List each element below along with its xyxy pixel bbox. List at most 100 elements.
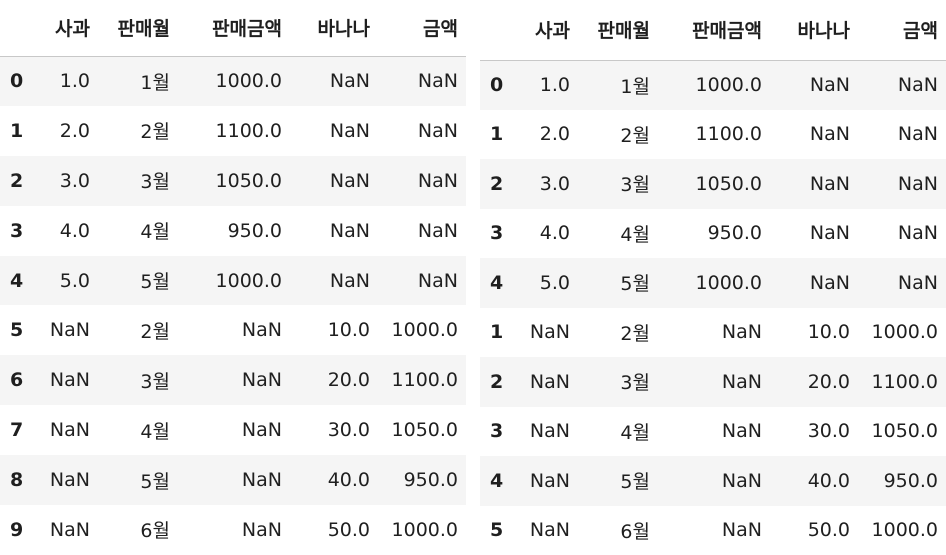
table-cell: 1050.0: [215, 169, 282, 192]
table-cell: 1.0: [539, 74, 570, 96]
table-cell: 5월: [620, 273, 650, 296]
dataframe-header: 사과 판매월 판매금액 바나나 금액: [480, 0, 946, 61]
table-cell: NaN: [49, 518, 90, 541]
row-index: 3: [490, 420, 504, 443]
table-cell: NaN: [897, 123, 938, 146]
table-row: 8 NaN 5월 NaN 40.0 950.0: [0, 455, 466, 506]
table-cell: 5월: [140, 271, 170, 293]
table-row: 7 NaN 4월 NaN 30.0 1050.0: [0, 405, 466, 456]
table-cell: 2월: [620, 124, 650, 147]
table-cell: NaN: [529, 370, 570, 393]
table-cell: 6월: [620, 520, 650, 543]
table-cell: NaN: [241, 469, 282, 492]
table-cell: NaN: [809, 74, 850, 96]
table-row: 9 NaN 6월 NaN 50.0 1000.0: [0, 505, 466, 555]
table-cell: 5월: [620, 471, 650, 494]
table-cell: 950.0: [707, 222, 762, 245]
table-cell: NaN: [329, 269, 370, 292]
table-cell: NaN: [809, 123, 850, 146]
table-cell: 30.0: [327, 419, 370, 442]
table-row: 4 5.0 5월 1000.0 NaN NaN: [480, 258, 946, 308]
table-row: 1 2.0 2월 1100.0 NaN NaN: [0, 105, 466, 156]
column-header: 판매금액: [658, 0, 770, 61]
table-cell: NaN: [49, 469, 90, 492]
table-cell: 5.0: [59, 269, 90, 292]
table-cell: NaN: [241, 319, 282, 342]
table-cell: 1월: [620, 75, 650, 98]
table-cell: 20.0: [327, 369, 370, 392]
table-cell: 4월: [620, 421, 650, 444]
table-cell: NaN: [529, 469, 570, 492]
table-cell: NaN: [897, 271, 938, 294]
table-cell: 1000.0: [391, 319, 458, 342]
row-index: 5: [490, 519, 504, 542]
row-index: 7: [10, 419, 24, 442]
table-row: 2 NaN 3월 NaN 20.0 1100.0: [480, 357, 946, 407]
table-cell: NaN: [897, 74, 938, 96]
table-row: 0 1.0 1월 1000.0 NaN NaN: [480, 60, 946, 110]
table-row: 5 NaN 2월 NaN 10.0 1000.0: [0, 305, 466, 356]
table-cell: 1050.0: [391, 419, 458, 442]
table-cell: 1000.0: [871, 519, 938, 542]
column-header: 금액: [378, 0, 466, 57]
table-cell: NaN: [529, 519, 570, 542]
table-cell: NaN: [241, 369, 282, 392]
table-cell: 950.0: [227, 219, 282, 242]
table-cell: NaN: [417, 70, 458, 93]
table-cell: 4월: [140, 221, 170, 244]
table-cell: 1000.0: [391, 518, 458, 541]
index-header: [0, 0, 34, 57]
table-cell: NaN: [529, 321, 570, 344]
table-cell: 50.0: [327, 518, 370, 541]
table-cell: 1100.0: [215, 119, 282, 142]
table-cell: 1000.0: [695, 74, 762, 96]
table-cell: 2월: [620, 322, 650, 345]
table-cell: NaN: [417, 119, 458, 142]
header-row: 사과 판매월 판매금액 바나나 금액: [480, 0, 946, 61]
table-cell: NaN: [721, 321, 762, 344]
table-cell: 2월: [140, 320, 170, 343]
row-index: 5: [10, 319, 24, 342]
table-cell: NaN: [417, 269, 458, 292]
column-header: 금액: [858, 0, 946, 61]
table-cell: NaN: [329, 70, 370, 93]
table-cell: 50.0: [807, 519, 850, 542]
table-cell: 1000.0: [871, 321, 938, 344]
table-cell: NaN: [329, 219, 370, 242]
table-row: 4 NaN 5월 NaN 40.0 950.0: [480, 456, 946, 506]
table-cell: NaN: [417, 219, 458, 242]
table-cell: NaN: [529, 420, 570, 443]
column-header: 바나나: [290, 0, 378, 57]
row-index: 4: [490, 271, 504, 294]
table-row: 6 NaN 3월 NaN 20.0 1100.0: [0, 355, 466, 406]
row-index: 3: [10, 219, 24, 242]
table-cell: NaN: [809, 271, 850, 294]
dataframe-body: 0 1.0 1월 1000.0 NaN NaN 1 2.0 2월 1100.0 NaN NaN 2 3.0…: [480, 60, 946, 555]
table-cell: 20.0: [807, 370, 850, 393]
table-cell: 3월: [620, 174, 650, 197]
row-index: 1: [10, 119, 24, 142]
table-cell: 1100.0: [391, 369, 458, 392]
table-cell: 3.0: [59, 169, 90, 192]
row-index: 4: [490, 469, 504, 492]
table-cell: 3월: [140, 370, 170, 393]
dataframe-right: 사과 판매월 판매금액 바나나 금액 0 1.0 1월 1000.0 NaN NaN 1 2.0 2월 1…: [480, 0, 946, 555]
table-cell: 3월: [140, 171, 170, 194]
table-cell: 30.0: [807, 420, 850, 443]
table-row: 2 3.0 3월 1050.0 NaN NaN: [0, 155, 466, 206]
column-header: 판매월: [98, 0, 178, 57]
row-index: 2: [490, 370, 504, 393]
table-row: 1 NaN 2월 NaN 10.0 1000.0: [480, 307, 946, 357]
row-index: 3: [490, 222, 504, 245]
table-cell: 40.0: [807, 469, 850, 492]
column-header: 판매금액: [178, 0, 290, 57]
table-cell: NaN: [49, 369, 90, 392]
row-index: 1: [490, 321, 504, 344]
table-cell: NaN: [241, 419, 282, 442]
table-cell: 1100.0: [871, 370, 938, 393]
table-cell: 2월: [140, 121, 170, 144]
table-row: 5 NaN 6월 NaN 50.0 1000.0: [480, 505, 946, 555]
table-cell: NaN: [721, 469, 762, 492]
table-cell: 40.0: [327, 469, 370, 492]
table-cell: NaN: [329, 119, 370, 142]
